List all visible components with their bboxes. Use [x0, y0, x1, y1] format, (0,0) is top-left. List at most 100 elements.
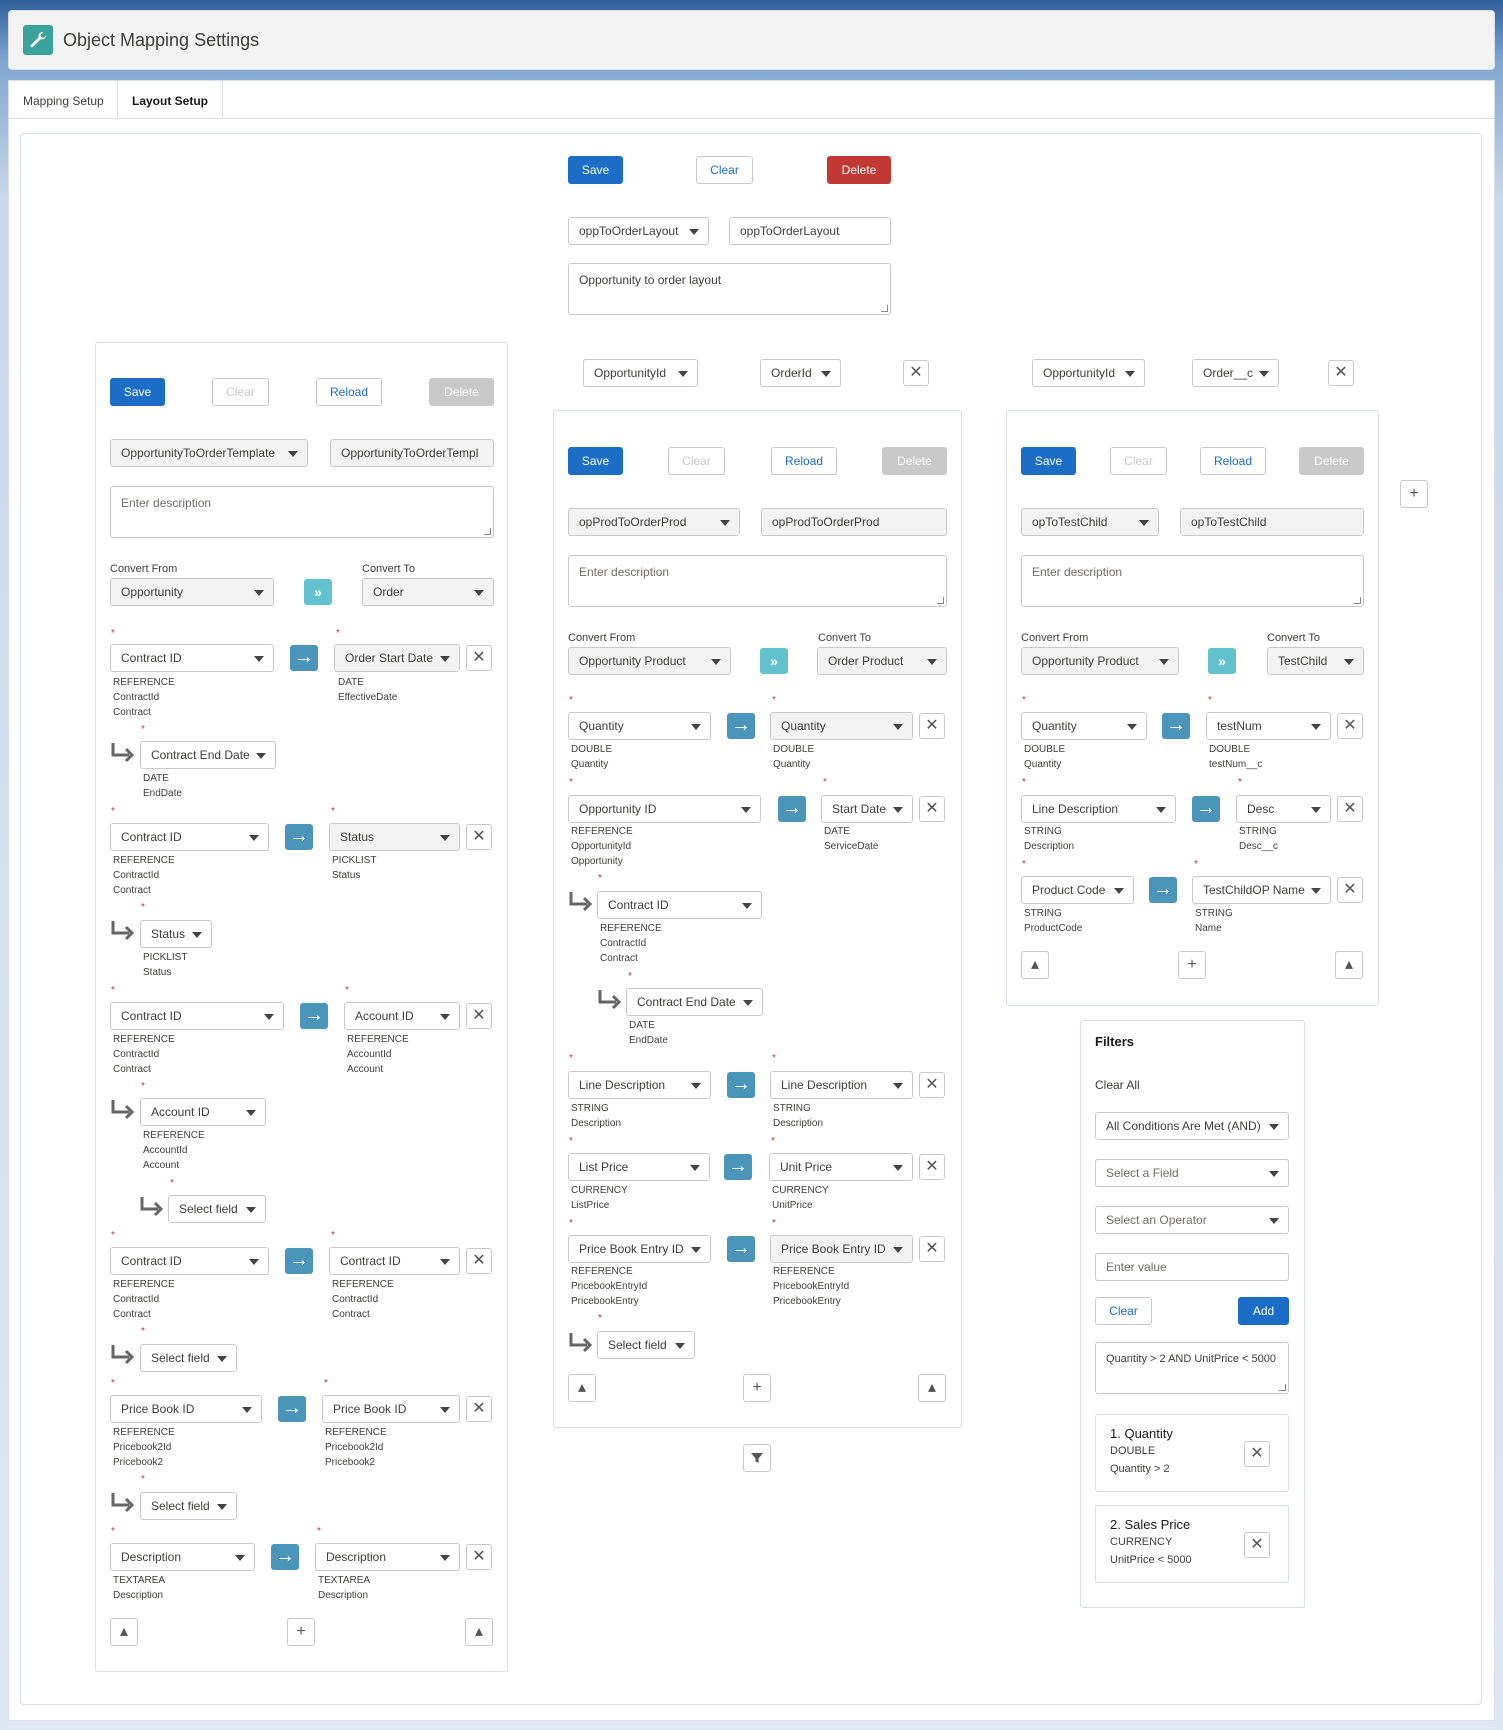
right-collapse-up-button[interactable]: ▴ [1021, 951, 1049, 979]
left-row1-child-select[interactable]: Contract End Date [140, 741, 276, 769]
left-template-select[interactable]: OpportunityToOrderTemplate [110, 439, 308, 467]
left-row2-child-select[interactable]: Status [140, 920, 212, 948]
mid-convert-to-select[interactable]: Order Product [817, 647, 947, 675]
double-chevron-icon[interactable]: » [1208, 648, 1236, 674]
filter-clear-button[interactable]: Clear [1095, 1297, 1152, 1325]
right-row1-source-select[interactable]: Quantity [1021, 712, 1147, 740]
mid-parent-field-select[interactable]: OpportunityId [583, 359, 698, 387]
left-row3-grandchild-select[interactable]: Select field [168, 1195, 266, 1223]
mid-row3-remove-button[interactable]: ✕ [919, 1072, 945, 1098]
mid-template-name-input[interactable]: opProdToOrderProd [761, 508, 947, 536]
left-row4-remove-button[interactable]: ✕ [466, 1248, 492, 1274]
layout-description-textarea[interactable]: Opportunity to order layout [568, 263, 891, 315]
left-row5-child-select[interactable]: Select field [140, 1492, 237, 1520]
mid-description-textarea[interactable]: Enter description [568, 555, 947, 607]
left-convert-from-select[interactable]: Opportunity [110, 578, 274, 606]
right-convert-to-select[interactable]: TestChild [1267, 647, 1364, 675]
mid-row2-source-select[interactable]: Opportunity ID [568, 795, 761, 823]
mid-move-up-button[interactable]: ▴ [918, 1374, 946, 1402]
layout-clear-button[interactable]: Clear [696, 156, 753, 184]
right-save-button[interactable]: Save [1021, 447, 1076, 475]
left-row5-remove-button[interactable]: ✕ [466, 1396, 492, 1422]
right-row1-remove-button[interactable]: ✕ [1337, 713, 1363, 739]
mid-add-row-button[interactable]: + [743, 1374, 771, 1402]
left-row1-remove-button[interactable]: ✕ [466, 645, 492, 671]
filters-clear-all-link[interactable]: Clear All [1095, 1078, 1140, 1092]
mid-reload-button[interactable]: Reload [771, 447, 837, 475]
right-clear-button[interactable]: Clear [1110, 447, 1167, 475]
mid-collapse-up-button[interactable]: ▴ [568, 1374, 596, 1402]
add-child-template-button[interactable]: + [1400, 480, 1428, 508]
mid-row3-target-select[interactable]: Line Description [770, 1071, 913, 1099]
filter-item-remove-button[interactable]: ✕ [1244, 1532, 1270, 1558]
right-row2-remove-button[interactable]: ✕ [1337, 796, 1363, 822]
left-save-button[interactable]: Save [110, 378, 165, 406]
left-row2-target-select[interactable]: Status [329, 823, 460, 851]
mid-row1-target-select[interactable]: Quantity [770, 712, 913, 740]
right-row3-target-select[interactable]: TestChildOP Name [1192, 876, 1331, 904]
left-description-textarea[interactable]: Enter description [110, 486, 494, 538]
left-row3-remove-button[interactable]: ✕ [466, 1003, 492, 1029]
mid-row2-target-select[interactable]: Start Date [821, 795, 913, 823]
right-parent-field-select[interactable]: OpportunityId [1032, 359, 1145, 387]
filter-logic-select[interactable]: All Conditions Are Met (AND) [1095, 1112, 1289, 1140]
filter-operator-select[interactable]: Select an Operator [1095, 1206, 1289, 1234]
left-delete-button[interactable]: Delete [429, 378, 494, 406]
mid-row5-child-select[interactable]: Select field [597, 1331, 695, 1359]
layout-save-button[interactable]: Save [568, 156, 623, 184]
right-row3-remove-button[interactable]: ✕ [1337, 877, 1363, 903]
left-collapse-up-button[interactable]: ▴ [110, 1618, 138, 1646]
layout-select[interactable]: oppToOrderLayout [568, 217, 709, 245]
double-chevron-icon[interactable]: » [760, 648, 788, 674]
mid-row1-remove-button[interactable]: ✕ [919, 713, 945, 739]
filter-add-button[interactable]: Add [1238, 1297, 1289, 1325]
left-reload-button[interactable]: Reload [316, 378, 382, 406]
filter-expression-textarea[interactable]: Quantity > 2 AND UnitPrice < 5000 [1095, 1342, 1289, 1394]
tab-mapping-setup[interactable]: Mapping Setup [9, 81, 118, 119]
left-convert-to-select[interactable]: Order [362, 578, 494, 606]
filter-value-input[interactable]: Enter value [1095, 1253, 1289, 1281]
left-row4-target-select[interactable]: Contract ID [329, 1247, 460, 1275]
mid-row5-remove-button[interactable]: ✕ [919, 1236, 945, 1262]
mid-template-select[interactable]: opProdToOrderProd [568, 508, 740, 536]
left-row6-target-select[interactable]: Description [315, 1543, 460, 1571]
mid-row5-source-select[interactable]: Price Book Entry ID [568, 1235, 711, 1263]
mid-row4-remove-button[interactable]: ✕ [919, 1154, 945, 1180]
left-move-up-button[interactable]: ▴ [465, 1618, 493, 1646]
left-row1-source-select[interactable]: Contract ID [110, 644, 274, 672]
mid-row2-remove-button[interactable]: ✕ [919, 796, 945, 822]
filter-item-remove-button[interactable]: ✕ [1244, 1441, 1270, 1467]
left-row2-remove-button[interactable]: ✕ [466, 824, 492, 850]
right-convert-from-select[interactable]: Opportunity Product [1021, 647, 1179, 675]
tab-layout-setup[interactable]: Layout Setup [117, 81, 224, 119]
left-row3-target-select[interactable]: Account ID [344, 1002, 460, 1030]
left-row1-target-select[interactable]: Order Start Date [334, 644, 460, 672]
mid-row2-child-select[interactable]: Contract ID [597, 891, 762, 919]
mid-child-field-select[interactable]: OrderId [760, 359, 841, 387]
right-child-field-select[interactable]: Order__c [1192, 359, 1279, 387]
left-row3-source-select[interactable]: Contract ID [110, 1002, 284, 1030]
layout-name-input[interactable]: oppToOrderLayout [729, 217, 891, 245]
mid-save-button[interactable]: Save [568, 447, 623, 475]
mid-row5-target-select[interactable]: Price Book Entry ID [770, 1235, 913, 1263]
right-description-textarea[interactable]: Enter description [1021, 555, 1364, 607]
filter-field-select[interactable]: Select a Field [1095, 1159, 1289, 1187]
right-move-up-button[interactable]: ▴ [1335, 951, 1363, 979]
mid-row4-target-select[interactable]: Unit Price [769, 1153, 913, 1181]
mid-row4-source-select[interactable]: List Price [568, 1153, 710, 1181]
right-row2-source-select[interactable]: Line Description [1021, 795, 1176, 823]
left-row5-target-select[interactable]: Price Book ID [322, 1395, 460, 1423]
double-chevron-icon[interactable]: » [304, 579, 332, 605]
mid-convert-from-select[interactable]: Opportunity Product [568, 647, 731, 675]
right-template-name-input[interactable]: opToTestChild [1180, 508, 1364, 536]
left-row3-child-select[interactable]: Account ID [140, 1098, 266, 1126]
right-row3-source-select[interactable]: Product Code [1021, 876, 1134, 904]
right-row2-target-select[interactable]: Desc [1236, 795, 1331, 823]
right-delete-button[interactable]: Delete [1299, 447, 1364, 475]
right-remove-child-button[interactable]: ✕ [1328, 360, 1354, 386]
left-row5-source-select[interactable]: Price Book ID [110, 1395, 262, 1423]
left-row6-source-select[interactable]: Description [110, 1543, 255, 1571]
left-row4-source-select[interactable]: Contract ID [110, 1247, 269, 1275]
left-row2-source-select[interactable]: Contract ID [110, 823, 269, 851]
filter-icon[interactable] [743, 1444, 771, 1472]
